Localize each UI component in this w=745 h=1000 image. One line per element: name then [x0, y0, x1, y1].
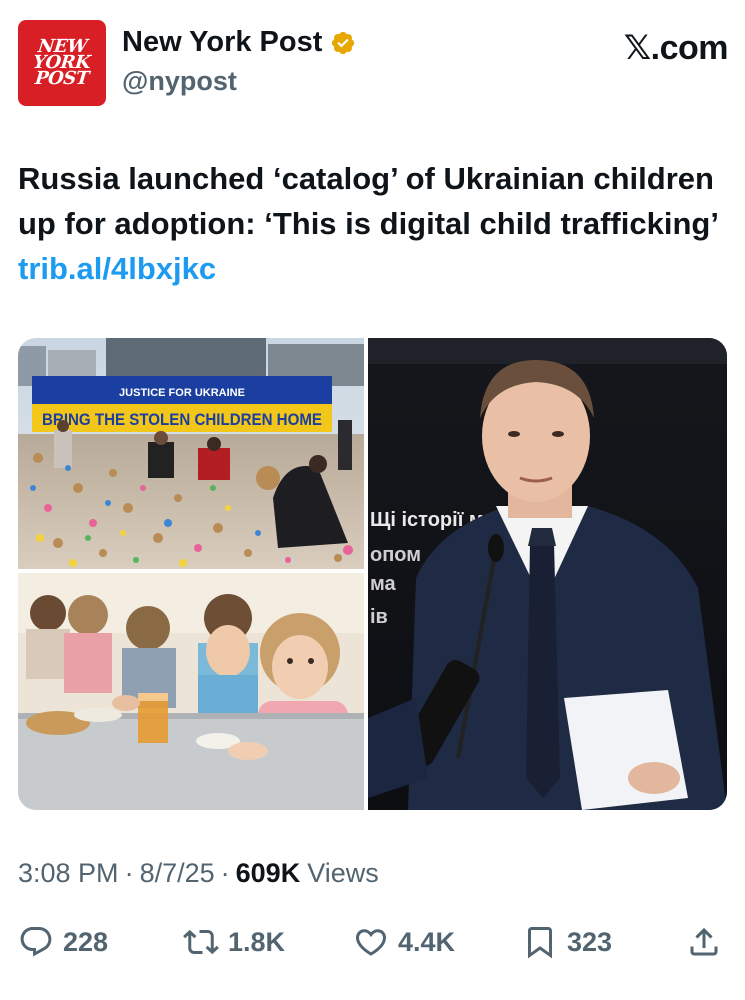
- reply-button[interactable]: 228: [18, 920, 108, 964]
- banner-top-text: JUSTICE FOR UKRAINE: [119, 387, 245, 399]
- avatar-line: POST: [34, 68, 90, 89]
- tweet-date[interactable]: 8/7/25: [140, 858, 215, 889]
- name-row: New York Post: [122, 26, 356, 59]
- bookmark-icon: [528, 927, 552, 959]
- repost-button[interactable]: 1.8K: [183, 920, 285, 964]
- source-domain: .com: [650, 29, 729, 67]
- heart-icon: [355, 929, 387, 956]
- action-bar: 228 1.8K 4.4K 323: [18, 920, 725, 964]
- media-grid[interactable]: JUSTICE FOR UKRAINE BRING THE STOLEN CHI…: [18, 338, 727, 810]
- gold-verified-badge-icon[interactable]: [330, 30, 356, 56]
- screen-text-line: ів: [370, 606, 388, 628]
- tweet-header: NEW YORK POST New York Post @nypost 𝕏.co…: [18, 20, 729, 110]
- reply-icon: [20, 927, 52, 957]
- avatar[interactable]: NEW YORK POST: [18, 20, 106, 106]
- protest-photo[interactable]: JUSTICE FOR UKRAINE BRING THE STOLEN CHI…: [18, 338, 364, 569]
- bookmark-count: 323: [567, 926, 613, 957]
- source-label: 𝕏.com: [623, 28, 729, 68]
- share-button[interactable]: [686, 920, 731, 964]
- like-button[interactable]: 4.4K: [353, 920, 455, 964]
- views-count: 609K: [235, 858, 301, 888]
- screen-text-line: ма: [370, 573, 397, 595]
- banner-main-text: BRING THE STOLEN CHILDREN HOME: [42, 410, 322, 429]
- like-count: 4.4K: [398, 926, 456, 957]
- children-photo[interactable]: [18, 573, 364, 810]
- repost-icon: [183, 929, 219, 955]
- screen-text-line: опом: [370, 544, 421, 566]
- tweet-body: Russia launched ‘catalog’ of Ukrainian c…: [18, 161, 718, 241]
- tweet-text: Russia launched ‘catalog’ of Ukrainian c…: [18, 156, 718, 291]
- speaker-photo[interactable]: Щі історії м опом ма ів: [368, 338, 727, 810]
- tweet-meta: 3:08 PM · 8/7/25 · 609K Views: [18, 858, 379, 889]
- x-logo-icon: 𝕏: [623, 28, 651, 68]
- display-name[interactable]: New York Post: [122, 26, 322, 59]
- tweet-time[interactable]: 3:08 PM: [18, 858, 119, 889]
- meta-separator: ·: [124, 858, 134, 888]
- reply-count: 228: [63, 926, 109, 957]
- meta-separator: ·: [220, 858, 230, 888]
- tweet-link[interactable]: trib.al/4lbxjkc: [18, 251, 216, 286]
- views-label: Views: [307, 858, 379, 888]
- share-icon: [690, 927, 718, 956]
- account-handle[interactable]: @nypost: [122, 66, 237, 97]
- bookmark-button[interactable]: 323: [522, 920, 612, 964]
- repost-count: 1.8K: [228, 926, 286, 957]
